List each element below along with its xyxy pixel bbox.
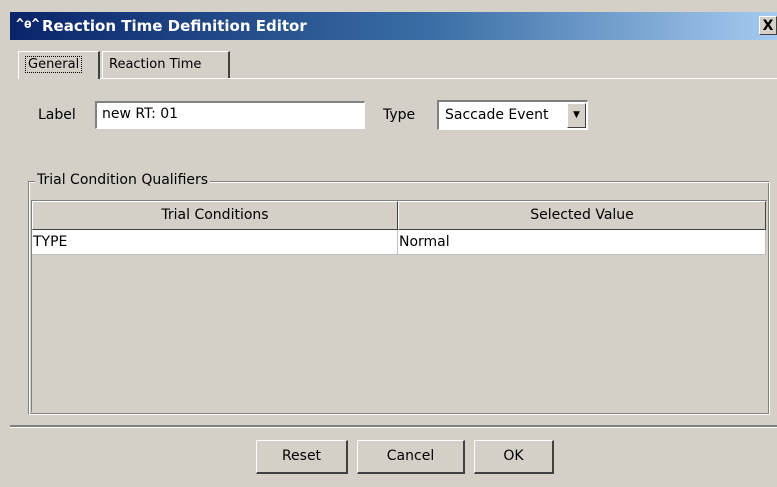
tab-reaction-time-label: Reaction Time [109,57,202,72]
close-icon: X [762,18,774,34]
type-select-value: Saccade Event [445,107,549,123]
column-header-selected-value[interactable]: Selected Value [398,201,766,230]
type-dropdown-button[interactable]: ▼ [567,103,586,128]
ok-button[interactable]: OK [474,440,554,474]
table-cell-condition[interactable]: TYPE [32,230,398,255]
label-caption: Label [38,107,76,123]
window-title: Reaction Time Definition Editor [42,17,307,35]
column-header-trial-conditions[interactable]: Trial Conditions [32,201,398,230]
tab-general[interactable]: General [18,51,100,79]
type-caption: Type [383,107,416,123]
title-bar[interactable]: ^ɵ^ Reaction Time Definition Editor X [10,12,777,40]
reset-button[interactable]: Reset [256,440,348,474]
group-title: Trial Condition Qualifiers [35,172,211,188]
close-button[interactable]: X [759,16,777,35]
tab-general-label: General [25,56,83,73]
table-cell-value[interactable]: Normal [398,230,766,255]
label-input[interactable]: new RT: 01 [95,101,365,129]
divider-highlight [10,427,777,428]
cancel-button[interactable]: Cancel [357,440,465,474]
tab-reaction-time[interactable]: Reaction Time [102,51,230,78]
chevron-down-icon: ▼ [573,110,580,120]
app-logo-icon: ^ɵ^ [16,17,40,32]
type-select[interactable]: Saccade Event ▼ [437,100,588,130]
tab-panel-border [18,78,777,79]
